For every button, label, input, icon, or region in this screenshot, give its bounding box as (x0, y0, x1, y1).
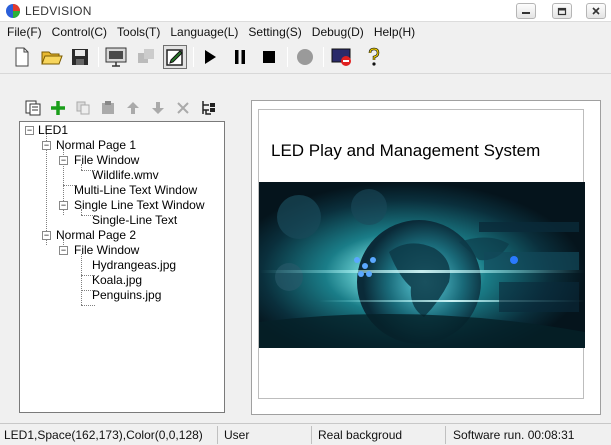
collapse-toggle[interactable]: − (42, 141, 51, 150)
preview-title-text: LED Play and Management System (271, 141, 541, 160)
toolbar-separator (287, 47, 288, 67)
new-button[interactable] (10, 45, 34, 69)
toolbar-separator (193, 47, 194, 67)
tree-toolbar (3, 95, 233, 121)
menu-control[interactable]: Control(C) (49, 25, 114, 39)
minimize-icon (522, 12, 530, 14)
collapse-toggle[interactable]: − (42, 231, 51, 240)
menu-file[interactable]: File(F) (4, 25, 49, 39)
preview-canvas[interactable]: LED Play and Management System (258, 109, 585, 399)
collapse-toggle[interactable]: − (59, 201, 68, 210)
menu-language[interactable]: Language(L) (167, 25, 245, 39)
status-coords: LED1,Space(162,173),Color(0,0,128) (4, 428, 203, 442)
arrow-down-icon (152, 102, 164, 114)
status-background: Real backgroud (318, 428, 403, 442)
tree-structure-icon (202, 101, 215, 115)
tree-node-file[interactable]: Hydrangeas.jpg (92, 258, 176, 273)
paste-icon (102, 101, 114, 114)
tree-node-page[interactable]: Normal Page 1 (56, 138, 136, 153)
stop-icon (263, 51, 275, 63)
tree-node-screen[interactable]: LED1 (38, 123, 68, 138)
new-file-icon (15, 47, 29, 67)
toolbar-separator (323, 47, 324, 67)
play-icon (205, 50, 216, 64)
open-folder-icon (41, 51, 63, 65)
status-bar: LED1,Space(162,173),Color(0,0,128) User … (0, 423, 611, 445)
tree-node-file[interactable]: Wildlife.wmv (92, 168, 159, 183)
status-runtime: Software run. 00:08:31 (453, 428, 575, 442)
menu-bar: File(F) Control(C) Tools(T) Language(L) … (0, 22, 611, 41)
screen-off-icon (331, 48, 351, 66)
disabled-tool-icon (138, 49, 154, 63)
add-screen-icon (25, 100, 41, 116)
main-toolbar (0, 41, 611, 74)
copy-button[interactable] (73, 98, 93, 118)
collapse-toggle[interactable]: − (25, 126, 34, 135)
tree-line (46, 134, 47, 245)
tree-line (81, 254, 82, 305)
tree-node-window[interactable]: File Window (74, 243, 139, 258)
tree-line (81, 305, 95, 306)
pause-icon (235, 50, 245, 64)
arrow-up-icon (127, 102, 139, 114)
open-button[interactable] (40, 45, 64, 69)
tree-node-page[interactable]: Normal Page 2 (56, 228, 136, 243)
save-button[interactable] (68, 45, 92, 69)
screen-button[interactable] (104, 45, 128, 69)
menu-help[interactable]: Help(H) (371, 25, 422, 39)
help-button[interactable] (362, 45, 386, 69)
status-divider (311, 426, 312, 444)
edit-program-icon (166, 49, 183, 66)
delete-button[interactable] (173, 98, 193, 118)
move-up-button[interactable] (123, 98, 143, 118)
status-divider (445, 426, 446, 444)
title-bar: LEDVISION (0, 0, 611, 22)
paste-button[interactable] (98, 98, 118, 118)
program-tree: − − − − − − LED1 Normal Page 1 File Wind… (19, 121, 225, 413)
restore-icon (557, 7, 567, 15)
stop-button[interactable] (257, 45, 281, 69)
menu-setting[interactable]: Setting(S) (245, 25, 308, 39)
add-plus-icon (51, 101, 65, 115)
app-logo-icon (6, 4, 20, 18)
tree-expand-button[interactable] (198, 98, 218, 118)
close-icon (592, 7, 600, 15)
close-button[interactable] (586, 3, 606, 19)
maximize-button[interactable] (552, 3, 572, 19)
preview-panel: LED Play and Management System (251, 100, 601, 415)
add-screen-button[interactable] (23, 98, 43, 118)
pause-button[interactable] (228, 45, 252, 69)
disabled-tool-button[interactable] (134, 45, 158, 69)
tree-node-window[interactable]: File Window (74, 153, 139, 168)
tree-node-file[interactable]: Penguins.jpg (92, 288, 161, 303)
toolbar-separator (98, 47, 99, 67)
menu-debug[interactable]: Debug(D) (309, 25, 371, 39)
add-item-button[interactable] (48, 98, 68, 118)
status-user: User (224, 428, 250, 442)
record-button[interactable] (293, 45, 317, 69)
tree-node-file[interactable]: Koala.jpg (92, 273, 142, 288)
edit-program-button[interactable] (163, 45, 187, 69)
tree-node-text[interactable]: Single-Line Text (92, 213, 177, 228)
collapse-toggle[interactable]: − (59, 156, 68, 165)
status-divider (217, 426, 218, 444)
copy-icon (76, 101, 90, 115)
screen-display-icon (105, 47, 127, 67)
record-icon (297, 49, 313, 65)
minimize-button[interactable] (516, 3, 536, 19)
delete-x-icon (177, 102, 189, 114)
collapse-toggle[interactable]: − (59, 246, 68, 255)
move-down-button[interactable] (148, 98, 168, 118)
program-tree-panel: − − − − − − LED1 Normal Page 1 File Wind… (3, 95, 233, 420)
tree-node-window[interactable]: Single Line Text Window (74, 198, 205, 213)
tree-node-window[interactable]: Multi-Line Text Window (74, 183, 197, 198)
save-icon (72, 49, 88, 65)
preview-globe-image (259, 182, 585, 348)
screen-off-button[interactable] (330, 45, 354, 69)
menu-tools[interactable]: Tools(T) (114, 25, 167, 39)
play-button[interactable] (198, 45, 222, 69)
help-icon (368, 47, 380, 66)
window-title: LEDVISION (25, 4, 92, 18)
